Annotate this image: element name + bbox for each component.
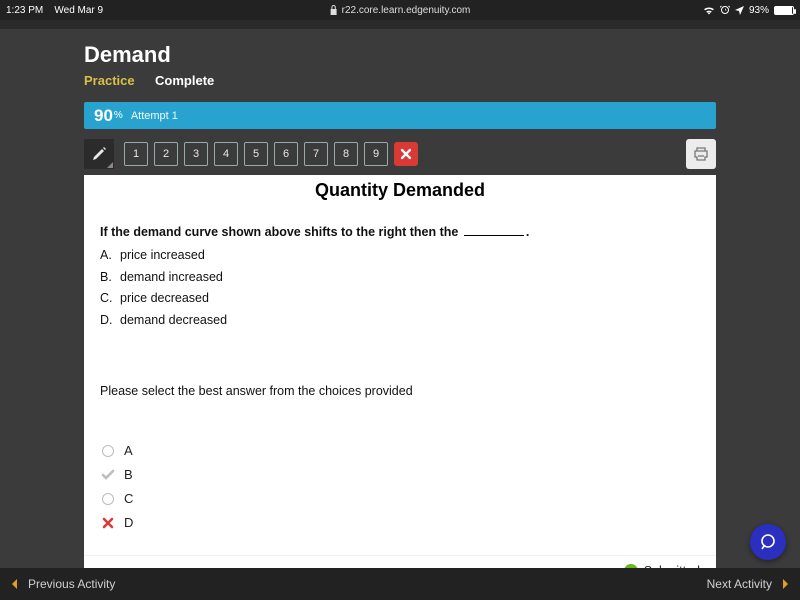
score-bar: 90% Attempt 1 [84, 102, 716, 129]
radio-icon [102, 493, 114, 505]
question-nav-7[interactable]: 7 [304, 142, 328, 166]
question-nav-9[interactable]: 9 [364, 142, 388, 166]
chevron-left-icon [11, 579, 19, 589]
previous-activity-button[interactable]: Previous Activity [8, 577, 115, 591]
close-button[interactable] [394, 142, 418, 166]
tab-practice[interactable]: Practice [84, 73, 135, 88]
score-percent: 90 [94, 106, 113, 126]
battery-percent: 93% [749, 5, 769, 16]
question-nav-5[interactable]: 5 [244, 142, 268, 166]
blank-fill [464, 235, 524, 236]
question-nav-2[interactable]: 2 [154, 142, 178, 166]
answer-choice-b[interactable]: B [100, 463, 700, 487]
radio-icon [102, 445, 114, 457]
question-nav-8[interactable]: 8 [334, 142, 358, 166]
question-nav-3[interactable]: 3 [184, 142, 208, 166]
chat-icon [759, 533, 777, 551]
page-title: Demand [84, 42, 716, 68]
option-c: C.price decreased [100, 289, 700, 308]
answer-label: C [124, 491, 133, 506]
answer-label: A [124, 443, 133, 458]
question-nav-1[interactable]: 1 [124, 142, 148, 166]
attempt-label: Attempt 1 [131, 110, 178, 122]
previous-label: Previous Activity [28, 577, 115, 591]
option-a: A.price increased [100, 246, 700, 265]
answer-choice-c[interactable]: C [100, 487, 700, 511]
battery-icon [774, 6, 794, 15]
url-domain: r22.core.learn.edgenuity.com [342, 5, 471, 16]
next-activity-button[interactable]: Next Activity [707, 577, 792, 591]
content-panel: Quantity Demanded If the demand curve sh… [84, 175, 716, 590]
chevron-right-icon [781, 579, 789, 589]
option-d: D.demand decreased [100, 311, 700, 330]
x-mark-icon [102, 517, 114, 529]
close-icon [400, 148, 412, 160]
clock-date: Wed Mar 9 [54, 5, 103, 16]
status-bar: 1:23 PM Wed Mar 9 r22.core.learn.edgenui… [0, 0, 800, 20]
clock-time: 1:23 PM [6, 5, 43, 16]
instruction-text: Please select the best answer from the c… [100, 382, 700, 401]
location-icon [735, 6, 744, 15]
pencil-tool[interactable] [84, 139, 114, 169]
wifi-icon [703, 6, 715, 15]
next-label: Next Activity [707, 577, 772, 591]
section-heading: Quantity Demanded [84, 175, 716, 223]
answer-choice-d[interactable]: D [100, 511, 700, 535]
help-chat-button[interactable] [750, 524, 786, 560]
answer-label: B [124, 467, 133, 482]
answer-choice-a[interactable]: A [100, 439, 700, 463]
printer-icon [693, 147, 709, 161]
print-button[interactable] [686, 139, 716, 169]
lock-icon [330, 5, 338, 15]
question-stem: If the demand curve shown above shifts t… [100, 223, 700, 242]
question-toolbar: 1 2 3 4 5 6 7 8 9 [84, 134, 716, 175]
alarm-icon [720, 5, 730, 15]
pencil-icon [91, 146, 107, 162]
option-b: B.demand increased [100, 268, 700, 287]
bottom-nav: Previous Activity Next Activity [0, 568, 800, 600]
check-icon [101, 468, 115, 482]
score-suffix: % [114, 110, 123, 121]
question-nav-4[interactable]: 4 [214, 142, 238, 166]
answer-label: D [124, 515, 133, 530]
tab-complete[interactable]: Complete [155, 73, 214, 88]
question-nav-6[interactable]: 6 [274, 142, 298, 166]
